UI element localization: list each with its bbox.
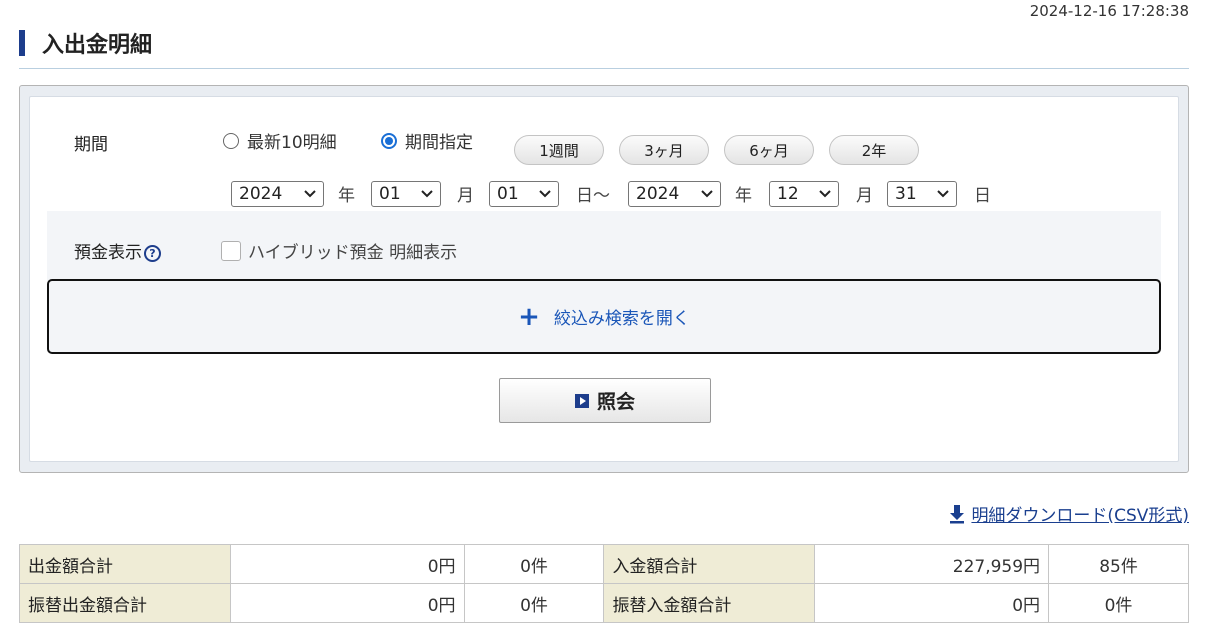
deposit-total-count: 85件	[1048, 544, 1189, 584]
title-accent-bar	[19, 30, 25, 56]
help-icon[interactable]: ?	[144, 245, 161, 262]
chevron-down-icon	[701, 190, 713, 198]
page-title: 入出金明細	[42, 33, 153, 58]
transfer-deposit-total-label: 振替入金額合計	[603, 583, 816, 623]
filter-search-toggle-label: 絞込み検索を開く	[553, 309, 690, 329]
deposit-total-amount: 227,959円	[814, 544, 1050, 584]
search-panel: 期間 最新10明細 期間指定 1週間 3ヶ月 6ヶ月 2年 2024 年 01 …	[19, 85, 1189, 473]
from-year-select[interactable]: 2024	[231, 181, 324, 207]
withdrawal-total-label: 出金額合計	[19, 544, 231, 584]
withdrawal-total-count: 0件	[463, 544, 605, 584]
to-year-value: 2024	[636, 184, 680, 204]
radio-period-range[interactable]: 期間指定	[381, 128, 473, 153]
quick-range-1-week-button[interactable]: 1週間	[514, 135, 604, 165]
query-button[interactable]: 照会	[499, 378, 711, 423]
search-panel-inner: 期間 最新10明細 期間指定 1週間 3ヶ月 6ヶ月 2年 2024 年 01 …	[29, 96, 1179, 462]
radio-period-range-label: 期間指定	[405, 133, 473, 153]
chevron-down-icon	[304, 190, 316, 198]
unit-month-from: 月	[457, 186, 474, 206]
to-day-value: 31	[895, 184, 917, 204]
to-day-select[interactable]: 31	[887, 181, 957, 207]
quick-range-2-years-button[interactable]: 2年	[829, 135, 919, 165]
hybrid-deposit-checkbox[interactable]	[221, 241, 241, 261]
table-row: 振替出金額合計 0円 0件 振替入金額合計 0円 0件	[19, 583, 1189, 623]
chevron-down-icon	[937, 190, 949, 198]
csv-download-link[interactable]: 明細ダウンロード(CSV形式)	[949, 501, 1189, 526]
table-row: 出金額合計 0円 0件 入金額合計 227,959円 85件	[19, 544, 1189, 584]
unit-day-to: 日	[974, 186, 991, 206]
from-day-value: 01	[497, 184, 519, 204]
radio-latest-10-circle[interactable]	[223, 132, 239, 149]
radio-latest-10-label: 最新10明細	[247, 133, 337, 153]
to-year-select[interactable]: 2024	[628, 181, 721, 207]
deposit-display-label-text: 預金表示	[74, 243, 142, 263]
from-day-select[interactable]: 01	[489, 181, 559, 207]
transfer-deposit-total-amount: 0円	[814, 583, 1050, 623]
deposit-display-row: 預金表示? ハイブリッド預金 明細表示	[47, 211, 1161, 281]
summary-table: 出金額合計 0円 0件 入金額合計 227,959円 85件 振替出金額合計 0…	[19, 544, 1189, 623]
download-icon	[950, 504, 965, 523]
hybrid-deposit-checkbox-label[interactable]: ハイブリッド預金 明細表示	[248, 238, 457, 263]
query-button-label: 照会	[596, 391, 635, 413]
unit-day-tilde: 日〜	[576, 186, 610, 206]
transfer-deposit-total-count: 0件	[1048, 583, 1189, 623]
to-month-value: 12	[777, 184, 799, 204]
transfer-withdrawal-total-label: 振替出金額合計	[19, 583, 231, 623]
deposit-total-label: 入金額合計	[603, 544, 816, 584]
chevron-down-icon	[421, 190, 433, 198]
unit-year-to: 年	[735, 186, 752, 206]
plus-icon: +	[518, 301, 540, 332]
unit-year-from: 年	[338, 186, 355, 206]
play-icon	[574, 393, 589, 408]
unit-month-to: 月	[856, 186, 873, 206]
deposit-display-label: 預金表示?	[74, 238, 161, 263]
transfer-withdrawal-total-count: 0件	[463, 583, 605, 623]
csv-download-label: 明細ダウンロード(CSV形式)	[971, 506, 1189, 526]
transfer-withdrawal-total-amount: 0円	[229, 583, 465, 623]
chevron-down-icon	[819, 190, 831, 198]
withdrawal-total-amount: 0円	[229, 544, 465, 584]
from-month-select[interactable]: 01	[371, 181, 441, 207]
period-label: 期間	[74, 135, 108, 155]
from-month-value: 01	[379, 184, 401, 204]
filter-search-toggle[interactable]: + 絞込み検索を開く	[47, 279, 1161, 354]
radio-latest-10[interactable]: 最新10明細	[223, 128, 337, 153]
to-month-select[interactable]: 12	[769, 181, 839, 207]
quick-range-6-months-button[interactable]: 6ヶ月	[724, 135, 814, 165]
timestamp: 2024-12-16 17:28:38	[1029, 2, 1189, 20]
chevron-down-icon	[539, 190, 551, 198]
radio-period-range-circle[interactable]	[381, 132, 397, 149]
page-header: 入出金明細	[19, 27, 1189, 69]
quick-range-3-months-button[interactable]: 3ヶ月	[619, 135, 709, 165]
from-year-value: 2024	[239, 184, 283, 204]
